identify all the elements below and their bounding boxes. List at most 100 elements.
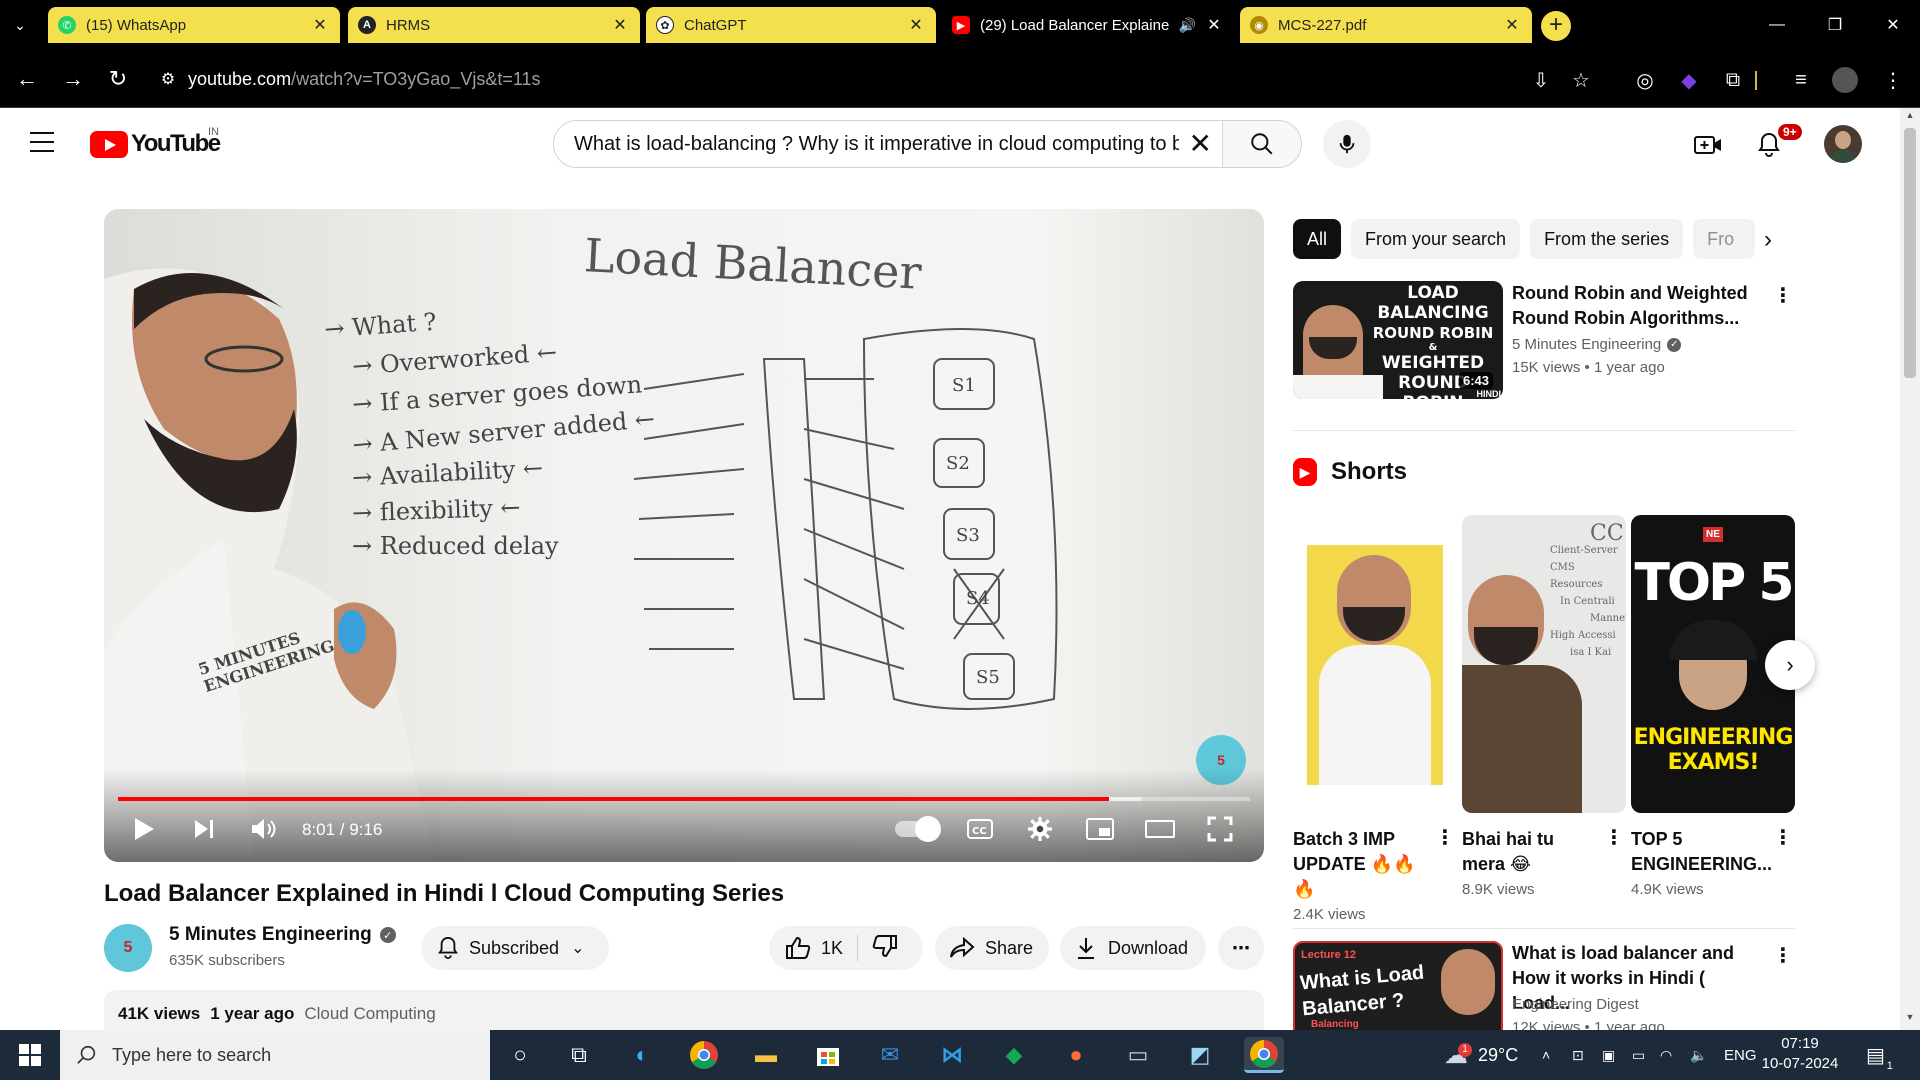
video-player[interactable]: Load Balancer → What ? → Overworked ← → …	[104, 209, 1264, 862]
install-app-icon[interactable]: ⇩	[1528, 67, 1554, 93]
language-indicator[interactable]: ENG	[1724, 1030, 1757, 1080]
share-button[interactable]: Share	[935, 926, 1049, 970]
taskbar-search[interactable]: Type here to search	[60, 1030, 490, 1080]
forward-button[interactable]: →	[58, 64, 88, 94]
more-vertical-icon[interactable]: ⋮	[1604, 825, 1624, 850]
media-control-icon[interactable]: ≡	[1788, 67, 1814, 93]
microsoft-store-icon[interactable]	[810, 1037, 846, 1073]
short-card[interactable]: Batch 3 IMP UPDATE 🔥🔥🔥 2.4K views ⋮	[1293, 515, 1457, 923]
action-center-icon[interactable]: ▤ 1	[1866, 1030, 1893, 1080]
short-thumbnail[interactable]	[1293, 515, 1457, 813]
recommended-channel[interactable]: 5 Minutes Engineering ✓	[1512, 336, 1682, 353]
more-vertical-icon[interactable]: ⋮	[1435, 825, 1455, 850]
weather-widget[interactable]: ☁ 1 29°C	[1444, 1030, 1518, 1080]
autoplay-toggle[interactable]	[890, 809, 942, 849]
search-box[interactable]: ✕	[553, 120, 1223, 168]
play-button[interactable]	[124, 809, 164, 849]
profile-avatar-icon[interactable]	[1832, 67, 1858, 93]
video-thumbnail[interactable]: Lecture 12 What is Load Balancer ? Balan…	[1293, 941, 1503, 1030]
short-thumbnail[interactable]: CC Client-Server CMS Resources In Centra…	[1462, 515, 1626, 813]
battery-icon[interactable]: ▭	[1632, 1030, 1645, 1080]
browser-menu-icon[interactable]: ⋮	[1880, 67, 1906, 93]
audio-playing-icon[interactable]: 🔊	[1179, 17, 1196, 34]
channel-avatar[interactable]: 5	[104, 924, 152, 972]
close-window-button[interactable]: ✕	[1864, 0, 1920, 50]
tray-network-icon[interactable]: ⊡	[1572, 1030, 1584, 1080]
description-box[interactable]: 41K views 1 year ago Cloud Computing	[104, 990, 1264, 1030]
recommended-title[interactable]: Round Robin and Weighted Round Robin Alg…	[1512, 281, 1752, 331]
mongodb-icon[interactable]: ◆	[996, 1037, 1032, 1073]
new-tab-button[interactable]: +	[1541, 11, 1571, 41]
extension-gem-icon[interactable]: ◆	[1676, 67, 1702, 93]
account-avatar[interactable]	[1824, 125, 1862, 163]
browser-tab-pdf[interactable]: ◉ MCS-227.pdf ✕	[1240, 7, 1532, 43]
browser-tab-hrms[interactable]: A HRMS ✕	[348, 7, 640, 43]
chip-all[interactable]: All	[1293, 219, 1342, 259]
tray-meet-icon[interactable]: ▣	[1602, 1030, 1615, 1080]
description-tag[interactable]: Cloud Computing	[304, 1004, 435, 1023]
dislike-button[interactable]	[872, 934, 898, 963]
mail-icon[interactable]: ✉	[872, 1037, 908, 1073]
taskbar-clock[interactable]: 07:19 10-07-2024	[1760, 1034, 1840, 1074]
notepad-icon[interactable]: ◩	[1182, 1037, 1218, 1073]
more-vertical-icon[interactable]: ⋮	[1773, 943, 1793, 968]
subscribed-button[interactable]: Subscribed ⌄	[421, 926, 609, 970]
chrome-icon[interactable]	[686, 1037, 722, 1073]
cortana-icon[interactable]: ○	[502, 1037, 538, 1073]
scrollbar-thumb[interactable]	[1904, 128, 1916, 378]
reload-button[interactable]: ↻	[103, 64, 133, 94]
task-view-icon[interactable]: ⧉	[561, 1037, 597, 1073]
clear-search-icon[interactable]: ✕	[1189, 130, 1212, 158]
video-thumbnail[interactable]: LOAD BALANCING ROUND ROBIN & WEIGHTED RO…	[1293, 281, 1503, 399]
youtube-logo[interactable]: YouTube IN	[90, 126, 221, 158]
short-title[interactable]: Batch 3 IMP UPDATE 🔥🔥🔥	[1293, 827, 1423, 902]
browser-tab-chatgpt[interactable]: ✿ ChatGPT ✕	[646, 7, 936, 43]
miniplayer-button[interactable]	[1080, 809, 1120, 849]
progress-bar[interactable]	[118, 797, 1250, 801]
extensions-puzzle-icon[interactable]: ⧉	[1720, 67, 1746, 93]
restore-button[interactable]: ❐	[1806, 0, 1864, 50]
fullscreen-button[interactable]	[1200, 809, 1240, 849]
recommended-video[interactable]: LOAD BALANCING ROUND ROBIN & WEIGHTED RO…	[1293, 281, 1793, 401]
start-button[interactable]	[0, 1030, 60, 1080]
url-text[interactable]: youtube.com/watch?v=TO3yGao_Vjs&t=11s	[188, 69, 541, 90]
theater-mode-button[interactable]	[1140, 809, 1180, 849]
settings-button[interactable]	[1020, 809, 1060, 849]
short-card[interactable]: CC Client-Server CMS Resources In Centra…	[1462, 515, 1626, 898]
speaker-icon[interactable]: 🔈	[1690, 1030, 1707, 1080]
captions-button[interactable]: CC	[960, 809, 1000, 849]
bookmark-star-icon[interactable]: ☆	[1568, 67, 1594, 93]
wifi-icon[interactable]: ◠	[1660, 1030, 1672, 1080]
recommended-video[interactable]: Lecture 12 What is Load Balancer ? Balan…	[1293, 941, 1793, 1030]
scroll-up-arrow-icon[interactable]: ▲	[1900, 110, 1920, 126]
channel-name[interactable]: 5 Minutes Engineering ✓	[169, 924, 396, 946]
minimize-button[interactable]: —	[1748, 0, 1806, 50]
tray-chevron-icon[interactable]: ˄	[1542, 1030, 1550, 1080]
menu-hamburger-icon[interactable]	[30, 132, 54, 152]
vscode-icon[interactable]: ⋈	[934, 1037, 970, 1073]
page-scrollbar[interactable]: ▲ ▼	[1900, 108, 1920, 1030]
file-explorer-icon[interactable]: ▬	[748, 1037, 784, 1073]
download-button[interactable]: Download	[1060, 926, 1206, 970]
site-info-icon[interactable]: ⚙	[148, 69, 188, 89]
next-video-button[interactable]	[184, 809, 224, 849]
postman-icon[interactable]: ●	[1058, 1037, 1094, 1073]
chip-truncated[interactable]: Fro	[1693, 219, 1756, 259]
chip-from-the-series[interactable]: From the series	[1530, 219, 1684, 259]
tab-close-icon[interactable]: ✕	[310, 15, 330, 35]
search-input[interactable]	[574, 132, 1179, 156]
browser-tab-whatsapp[interactable]: ✆ (15) WhatsApp ✕	[48, 7, 340, 43]
like-button[interactable]: 1K	[785, 936, 843, 960]
short-card[interactable]: NE TOP 5 ENGINEERING EXAMS! TOP 5 ENGINE…	[1631, 515, 1795, 898]
tab-close-icon[interactable]: ✕	[1502, 15, 1522, 35]
edge-icon[interactable]: ◐	[624, 1037, 660, 1073]
chip-from-your-search[interactable]: From your search	[1351, 219, 1521, 259]
back-button[interactable]: ←	[12, 64, 42, 94]
tab-search-menu-icon[interactable]: ⌄	[0, 0, 40, 50]
tab-close-icon[interactable]: ✕	[1204, 15, 1224, 35]
chips-next-chevron-icon[interactable]: ›	[1750, 222, 1786, 258]
extension-target-icon[interactable]: ◎	[1632, 67, 1658, 93]
more-actions-button[interactable]: ⋯	[1218, 926, 1264, 970]
create-video-icon[interactable]	[1693, 130, 1723, 160]
chrome-active-icon[interactable]	[1244, 1037, 1284, 1073]
